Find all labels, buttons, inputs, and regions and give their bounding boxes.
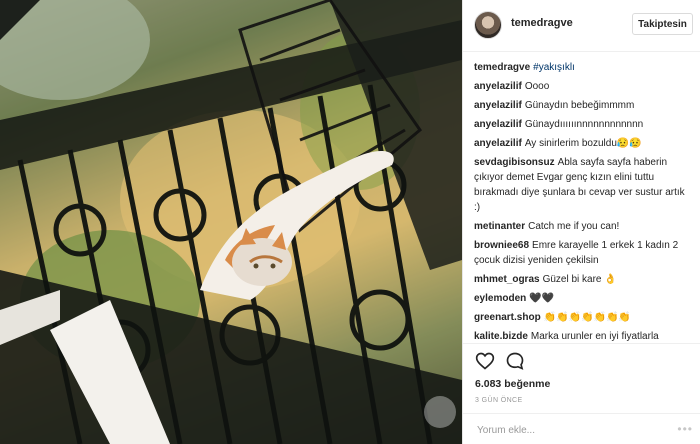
comment: anyelazilif Günaydın bebeğimmmm xyxy=(474,98,689,113)
comment-username[interactable]: metinanter xyxy=(474,221,525,232)
comment: anyelazilif Oooo xyxy=(474,79,689,94)
comment-username[interactable]: greenart.shop xyxy=(474,312,541,323)
comment-text: Güzel bi kare 👌 xyxy=(542,274,617,285)
comment-username[interactable]: sevdagibisonsuz xyxy=(474,157,555,168)
comment-text: Catch me if you can! xyxy=(528,221,620,232)
comment: sevdagibisonsuz Abla sayfa sayfa haberin … xyxy=(474,155,689,215)
heart-icon[interactable] xyxy=(475,351,495,371)
comment-username[interactable]: anyelazilif xyxy=(474,81,522,92)
more-dots-icon[interactable]: ••• xyxy=(677,422,693,436)
comment: anyelazilif Ay sinirlerim bozuldu😥😥 xyxy=(474,136,689,151)
comment-username[interactable]: anyelazilif xyxy=(474,100,522,111)
add-comment-area: ••• xyxy=(463,413,700,444)
comment-text: Günaydıııııınnnnnnnnnnnn xyxy=(524,119,644,130)
comment-icon[interactable] xyxy=(505,351,525,371)
comment-list: temedragve #yakışıklı anyelazilif Oooo any… xyxy=(463,60,700,342)
comment-username[interactable]: anyelazilif xyxy=(474,119,522,130)
post-actions: 6.083 beğenme 3 GÜN ÖNCE xyxy=(463,343,700,413)
comment-username[interactable]: anyelazilif xyxy=(474,138,522,149)
comment: metinanter Catch me if you can! xyxy=(474,219,689,234)
comment-text: 🖤🖤 xyxy=(529,293,555,304)
comment: browniee68 Emre karayelle 1 erkek 1 kadın… xyxy=(474,238,689,268)
caption: temedragve #yakışıklı xyxy=(474,60,689,75)
avatar[interactable] xyxy=(474,11,502,39)
comment: eylemoden 🖤🖤 xyxy=(474,291,689,306)
comment: mhmet_ogras Güzel bi kare 👌 xyxy=(474,272,689,287)
comment: greenart.shop 👏👏👏👏👏👏👏 xyxy=(474,310,689,325)
comment: kalite.bizde Marka urunler en iyi fiyatla… xyxy=(474,329,689,342)
hashtag-link[interactable]: #yakışıklı xyxy=(533,62,575,73)
caption-username[interactable]: temedragve xyxy=(474,62,530,73)
comment-username[interactable]: kalite.bizde xyxy=(474,331,528,342)
post-header: temedragve Takiptesin xyxy=(463,0,700,52)
comment-text: Ay sinirlerim bozuldu😥😥 xyxy=(524,138,642,149)
header-username[interactable]: temedragve xyxy=(511,17,573,29)
comment-text: Günaydın bebeğimmmm xyxy=(524,100,635,111)
following-button[interactable]: Takiptesin xyxy=(632,13,693,35)
likes-count[interactable]: 6.083 beğenme xyxy=(475,378,550,390)
comment-input[interactable] xyxy=(475,421,679,439)
post-photo[interactable] xyxy=(0,0,462,444)
post-date: 3 GÜN ÖNCE xyxy=(475,397,523,404)
comment-text: 👏👏👏👏👏👏👏 xyxy=(543,312,631,323)
post-sidebar: temedragve Takiptesin temedragve #yakışık… xyxy=(462,0,700,444)
comment: anyelazilif Günaydıııııınnnnnnnnnnnn xyxy=(474,117,689,132)
comment-username[interactable]: eylemoden xyxy=(474,293,526,304)
comment-username[interactable]: browniee68 xyxy=(474,240,529,251)
balcony-cat-photo xyxy=(0,0,462,444)
comment-username[interactable]: mhmet_ogras xyxy=(474,274,540,285)
comment-text: Oooo xyxy=(524,81,550,92)
